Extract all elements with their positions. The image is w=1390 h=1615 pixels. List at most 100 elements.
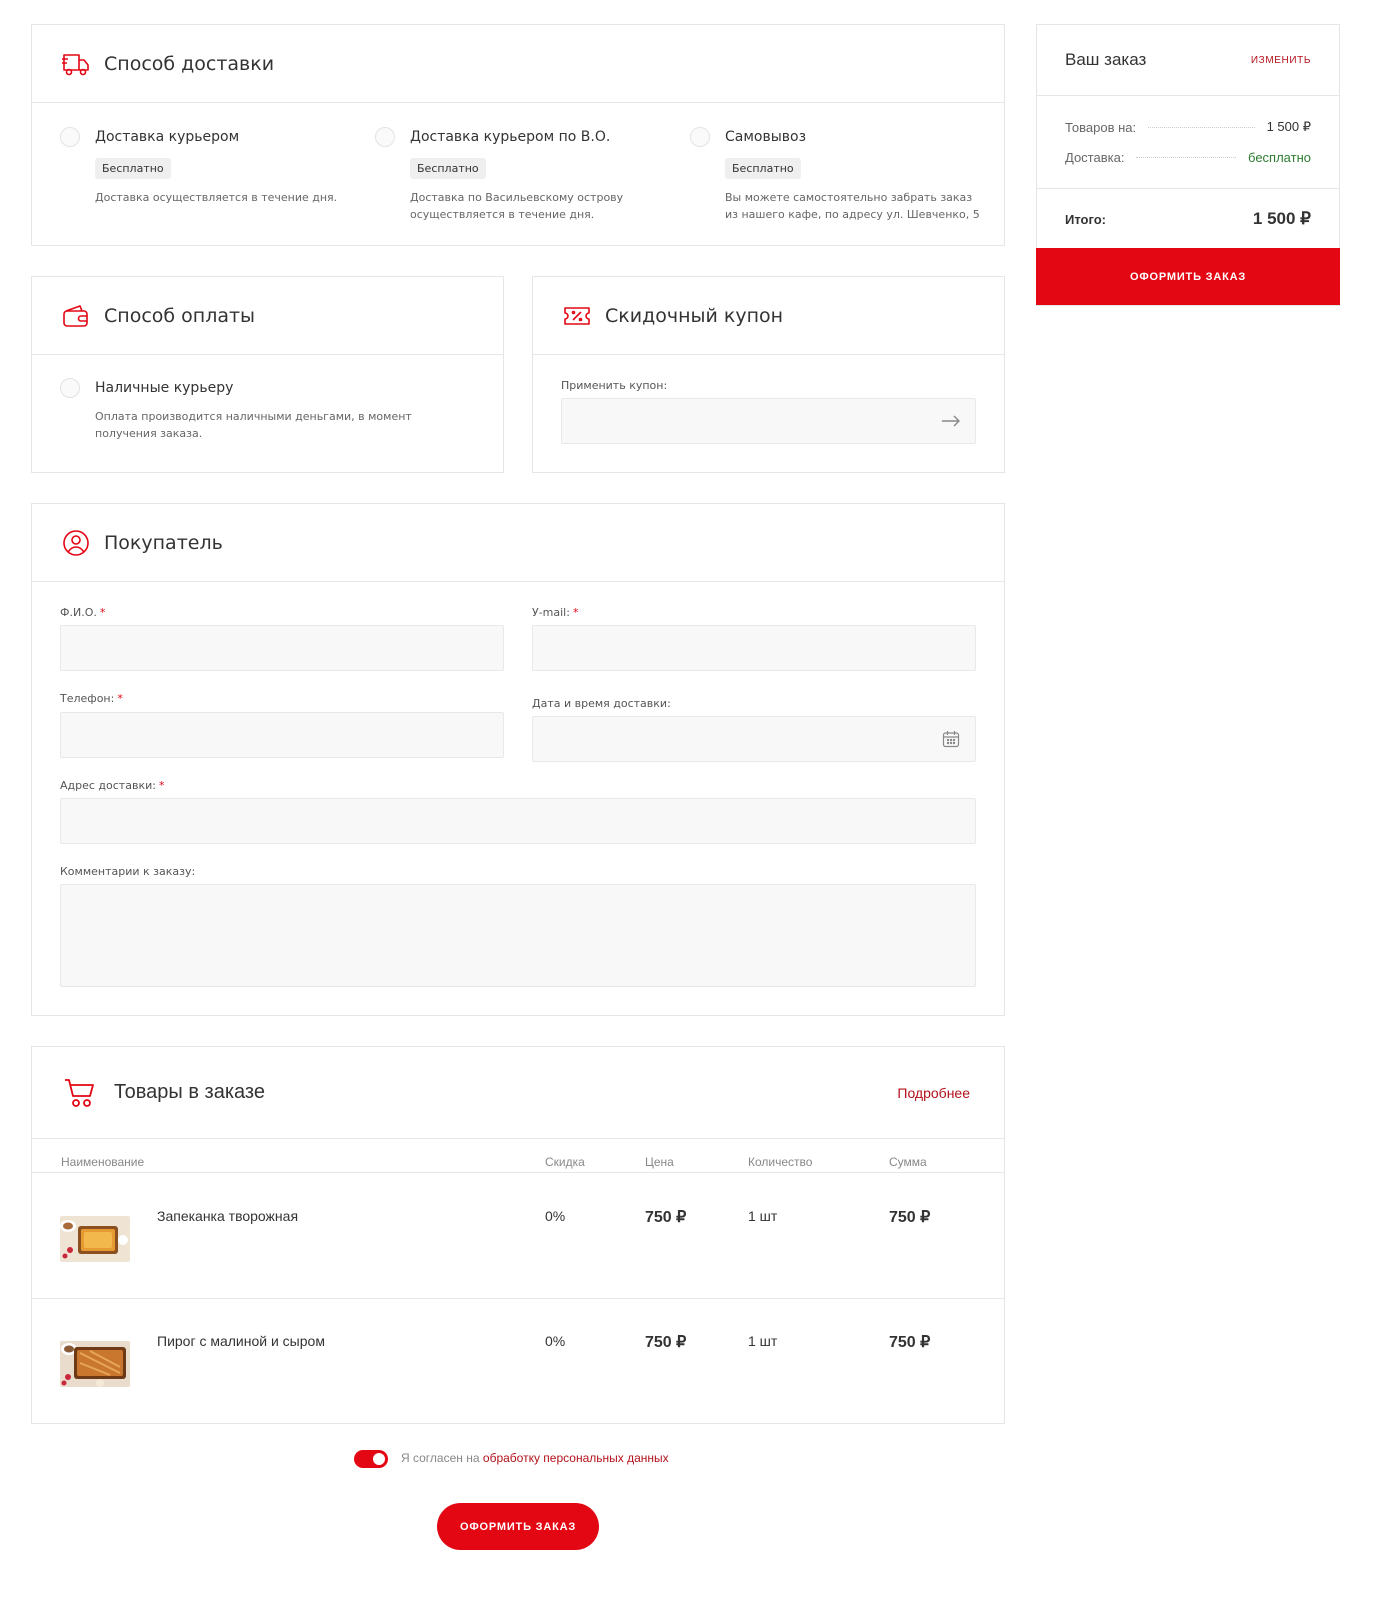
- summary-total-value: 1 500 ₽: [1252, 209, 1311, 228]
- summary-goods-label: Товаров на:: [1065, 119, 1137, 135]
- goods-table-head: [32, 1139, 1004, 1173]
- coupon-title: Скидочный купон: [605, 304, 784, 327]
- delivery-option-courier-desc: Доставка осуществляется в течение дня.: [95, 191, 338, 204]
- email-field: [532, 625, 976, 671]
- delivery-radio-vo[interactable]: [375, 127, 395, 147]
- product-image-casserole[interactable]: [60, 1216, 130, 1262]
- product-discount-1: 0%: [545, 1208, 566, 1224]
- delivery-option-pickup-title: Самовывоз: [725, 129, 807, 145]
- payment-option-desc-1: Оплата производится наличными деньгами, …: [95, 410, 412, 423]
- arrow-right-icon[interactable]: [940, 413, 962, 434]
- comment-label: Комментарии к заказу:: [60, 865, 196, 878]
- summary-delivery-label: Доставка:: [1065, 150, 1125, 165]
- fio-input[interactable]: [61, 626, 503, 670]
- payment-header: Способ оплаты: [32, 277, 503, 355]
- summary-total-row: Итого: 1 500 ₽: [1037, 189, 1339, 249]
- payment-option-title: Наличные курьеру: [95, 380, 234, 396]
- datetime-label: Дата и время доставки:: [532, 697, 671, 710]
- payment-option-desc-2: получения заказа.: [95, 427, 203, 440]
- consent-text-prefix: Я согласен на: [401, 1451, 480, 1465]
- summary-total-label: Итого:: [1065, 211, 1106, 227]
- consent-toggle-knob: [373, 1453, 385, 1465]
- submit-order-button[interactable]: ОФОРМИТЬ ЗАКАЗ: [1036, 248, 1340, 305]
- cart-icon: [62, 1075, 98, 1111]
- payment-radio-cash[interactable]: [60, 378, 80, 398]
- user-icon: [60, 527, 92, 559]
- payment-card: Способ оплаты: [31, 276, 504, 473]
- order-summary-card: Ваш заказ ИЗМЕНИТЬ Товаров на: 1 500 ₽ Д…: [1036, 24, 1340, 306]
- phone-field: [60, 712, 504, 758]
- address-label: Адрес доставки: *: [60, 779, 164, 792]
- datetime-input[interactable]: [533, 717, 975, 761]
- address-input[interactable]: [61, 799, 975, 843]
- col-name: Наименование: [61, 1155, 145, 1169]
- summary-header: Ваш заказ ИЗМЕНИТЬ: [1037, 25, 1339, 96]
- product-name-1[interactable]: Запеканка творожная: [157, 1208, 298, 1224]
- truck-icon: [60, 48, 92, 80]
- coupon-field: [561, 398, 976, 444]
- coupon-label: Применить купон:: [561, 379, 668, 392]
- delivery-option-vo-desc-1: Доставка по Васильевскому острову: [410, 191, 624, 204]
- fio-field: [60, 625, 504, 671]
- col-qty: Количество: [748, 1155, 813, 1169]
- delivery-header: Способ доставки: [32, 25, 1004, 103]
- email-label-text: У-mail:: [532, 606, 570, 619]
- summary-title: Ваш заказ: [1065, 50, 1147, 69]
- consent-toggle[interactable]: [354, 1450, 388, 1468]
- summary-goods-dots: [1148, 126, 1255, 128]
- delivery-option-pickup-desc-1: Вы можете самостоятельно забрать заказ: [725, 191, 973, 204]
- email-input[interactable]: [533, 626, 975, 670]
- goods-title: Товары в заказе: [114, 1081, 265, 1103]
- payment-title: Способ оплаты: [104, 304, 256, 327]
- delivery-option-vo-title: Доставка курьером по В.О.: [410, 129, 611, 145]
- buyer-header: Покупатель: [32, 504, 1004, 582]
- delivery-option-courier-title: Доставка курьером: [95, 129, 240, 145]
- datetime-field: [532, 716, 976, 762]
- comment-textarea[interactable]: [61, 885, 975, 986]
- address-field: [60, 798, 976, 844]
- goods-row-divider: [32, 1298, 1004, 1299]
- calendar-icon[interactable]: [942, 730, 960, 753]
- summary-delivery-value: бесплатно: [1248, 150, 1311, 165]
- product-price-2: 750 ₽: [645, 1334, 687, 1351]
- address-required-mark: *: [158, 779, 165, 792]
- summary-edit-link[interactable]: ИЗМЕНИТЬ: [1251, 55, 1311, 66]
- summary-delivery-dots: [1136, 157, 1237, 158]
- summary-lines: Товаров на: 1 500 ₽ Доставка: бесплатно: [1037, 96, 1339, 189]
- consent-text: Я согласен на обработку персональных дан…: [401, 1451, 669, 1465]
- consent-link[interactable]: обработку персональных данных: [483, 1451, 669, 1465]
- col-discount: Скидка: [545, 1155, 585, 1169]
- product-name-2[interactable]: Пирог с малиной и сыром: [157, 1333, 325, 1349]
- phone-required-mark: *: [117, 692, 123, 705]
- summary-goods-value: 1 500 ₽: [1266, 119, 1311, 134]
- delivery-radio-pickup[interactable]: [690, 127, 710, 147]
- buyer-title: Покупатель: [104, 531, 223, 554]
- product-sum-2: 750 ₽: [889, 1334, 931, 1351]
- col-sum: Сумма: [889, 1155, 927, 1169]
- product-qty-1: 1 шт: [748, 1208, 778, 1224]
- goods-card: Товары в заказе Подробнее: [31, 1046, 1005, 1424]
- email-required-mark: *: [572, 606, 579, 619]
- delivery-radio-courier[interactable]: [60, 127, 80, 147]
- product-sum-1: 750 ₽: [889, 1209, 931, 1226]
- coupon-input[interactable]: [562, 399, 975, 443]
- email-label: У-mail: *: [532, 606, 578, 619]
- summary-delivery-row: Доставка: бесплатно: [1065, 150, 1311, 165]
- product-discount-2: 0%: [545, 1333, 566, 1349]
- phone-input[interactable]: [61, 713, 503, 757]
- address-label-text: Адрес доставки:: [60, 779, 156, 792]
- delivery-title: Способ доставки: [104, 52, 275, 75]
- product-price-1: 750 ₽: [645, 1209, 687, 1226]
- product-image-pie[interactable]: [60, 1341, 130, 1387]
- col-price: Цена: [645, 1155, 674, 1169]
- goods-more-link[interactable]: Подробнее: [897, 1085, 970, 1101]
- submit-order-bottom-button[interactable]: ОФОРМИТЬ ЗАКАЗ: [437, 1503, 599, 1550]
- fio-label: Ф.И.О. *: [60, 606, 105, 619]
- coupon-header: Скидочный купон: [533, 277, 1004, 355]
- delivery-option-pickup-badge: Бесплатно: [725, 158, 801, 179]
- delivery-option-pickup-desc-2: из нашего кафе, по адресу ул. Шевченко, …: [725, 208, 980, 221]
- product-qty-2: 1 шт: [748, 1333, 778, 1349]
- comment-field: [60, 884, 976, 987]
- delivery-option-vo-badge: Бесплатно: [410, 158, 486, 179]
- fio-required-mark: *: [99, 606, 106, 619]
